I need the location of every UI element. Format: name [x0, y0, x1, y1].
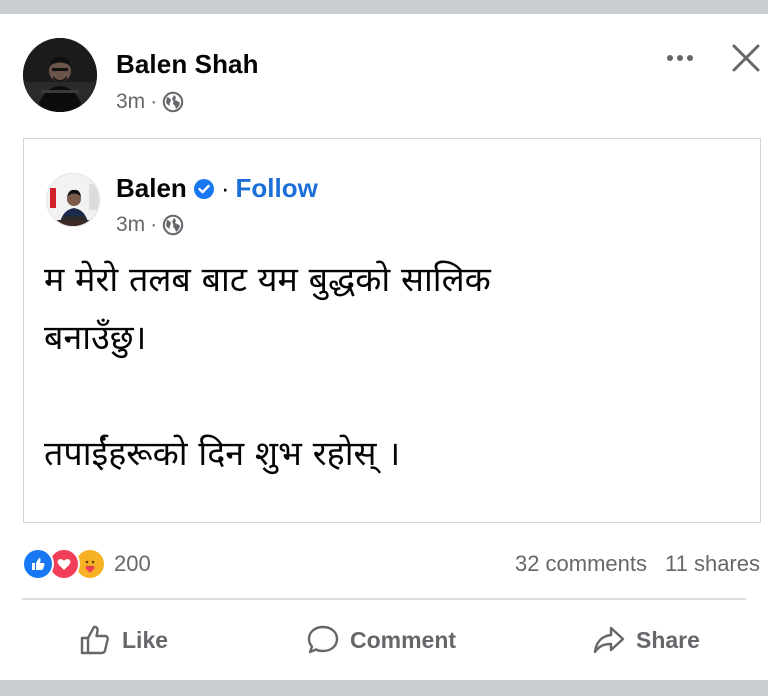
- shared-header: Balen · Follow: [116, 173, 318, 204]
- action-bar: Like Comment Share: [0, 612, 768, 672]
- post-meta: 3m ·: [116, 90, 184, 114]
- shares-count-link[interactable]: 11 shares: [665, 551, 760, 577]
- comment-button[interactable]: Comment: [306, 612, 456, 668]
- engagement-stats: 32 comments 11 shares: [515, 551, 760, 577]
- like-label: Like: [122, 626, 169, 653]
- shared-author-avatar[interactable]: [46, 173, 100, 227]
- shared-author-name[interactable]: Balen: [116, 173, 187, 204]
- comment-label: Comment: [350, 626, 457, 653]
- close-icon: [732, 44, 760, 72]
- meta-separator: ·: [150, 90, 158, 113]
- post-text-line: बनाउँछु।: [44, 318, 147, 358]
- close-button[interactable]: [728, 40, 764, 76]
- dot: [677, 55, 683, 61]
- comment-icon: [307, 625, 339, 654]
- author-avatar[interactable]: [23, 38, 97, 112]
- verified-badge-icon: [193, 178, 214, 199]
- bottom-separator-band: [0, 680, 768, 696]
- post-text-line: म मेरो तलब बाट यम बुद्धको सालिक: [44, 260, 491, 300]
- reactions-summary[interactable]: 200: [22, 548, 151, 580]
- shared-post-text: म मेरो तलब बाट यम बुद्धको सालिक बनाउँछु।…: [44, 251, 744, 483]
- globe-icon: [162, 214, 184, 236]
- shared-post-card[interactable]: Balen · Follow 3m · म मेरो तलब बाट यम बु…: [23, 138, 761, 523]
- share-label: Share: [636, 626, 700, 653]
- comments-count-link[interactable]: 32 comments: [515, 551, 647, 577]
- shared-time[interactable]: 3m: [116, 213, 145, 237]
- share-icon: [593, 626, 625, 654]
- like-button[interactable]: Like: [78, 612, 168, 668]
- follow-separator: ·: [220, 173, 230, 203]
- dot: [687, 55, 693, 61]
- like-reaction-icon: [22, 548, 54, 580]
- post-text-blank-line: [44, 367, 744, 425]
- shared-meta: 3m ·: [116, 213, 184, 237]
- like-icon: [80, 625, 109, 655]
- more-options-button[interactable]: [660, 44, 700, 72]
- follow-button[interactable]: Follow: [235, 173, 317, 204]
- shared-meta-separator: ·: [150, 213, 158, 236]
- globe-icon: [162, 91, 184, 113]
- post-time[interactable]: 3m: [116, 90, 145, 114]
- stats-divider: [22, 598, 746, 600]
- author-name[interactable]: Balen Shah: [116, 49, 259, 80]
- facebook-post: Balen Shah 3m · Balen · Follow 3m · म मे…: [0, 14, 768, 680]
- top-separator-band: [0, 0, 768, 14]
- more-options-icon: [667, 55, 673, 61]
- reaction-count[interactable]: 200: [114, 551, 151, 577]
- post-text-line: तपाईंहरूको दिन शुभ रहोस् ।: [44, 434, 401, 474]
- share-button[interactable]: Share: [592, 612, 700, 668]
